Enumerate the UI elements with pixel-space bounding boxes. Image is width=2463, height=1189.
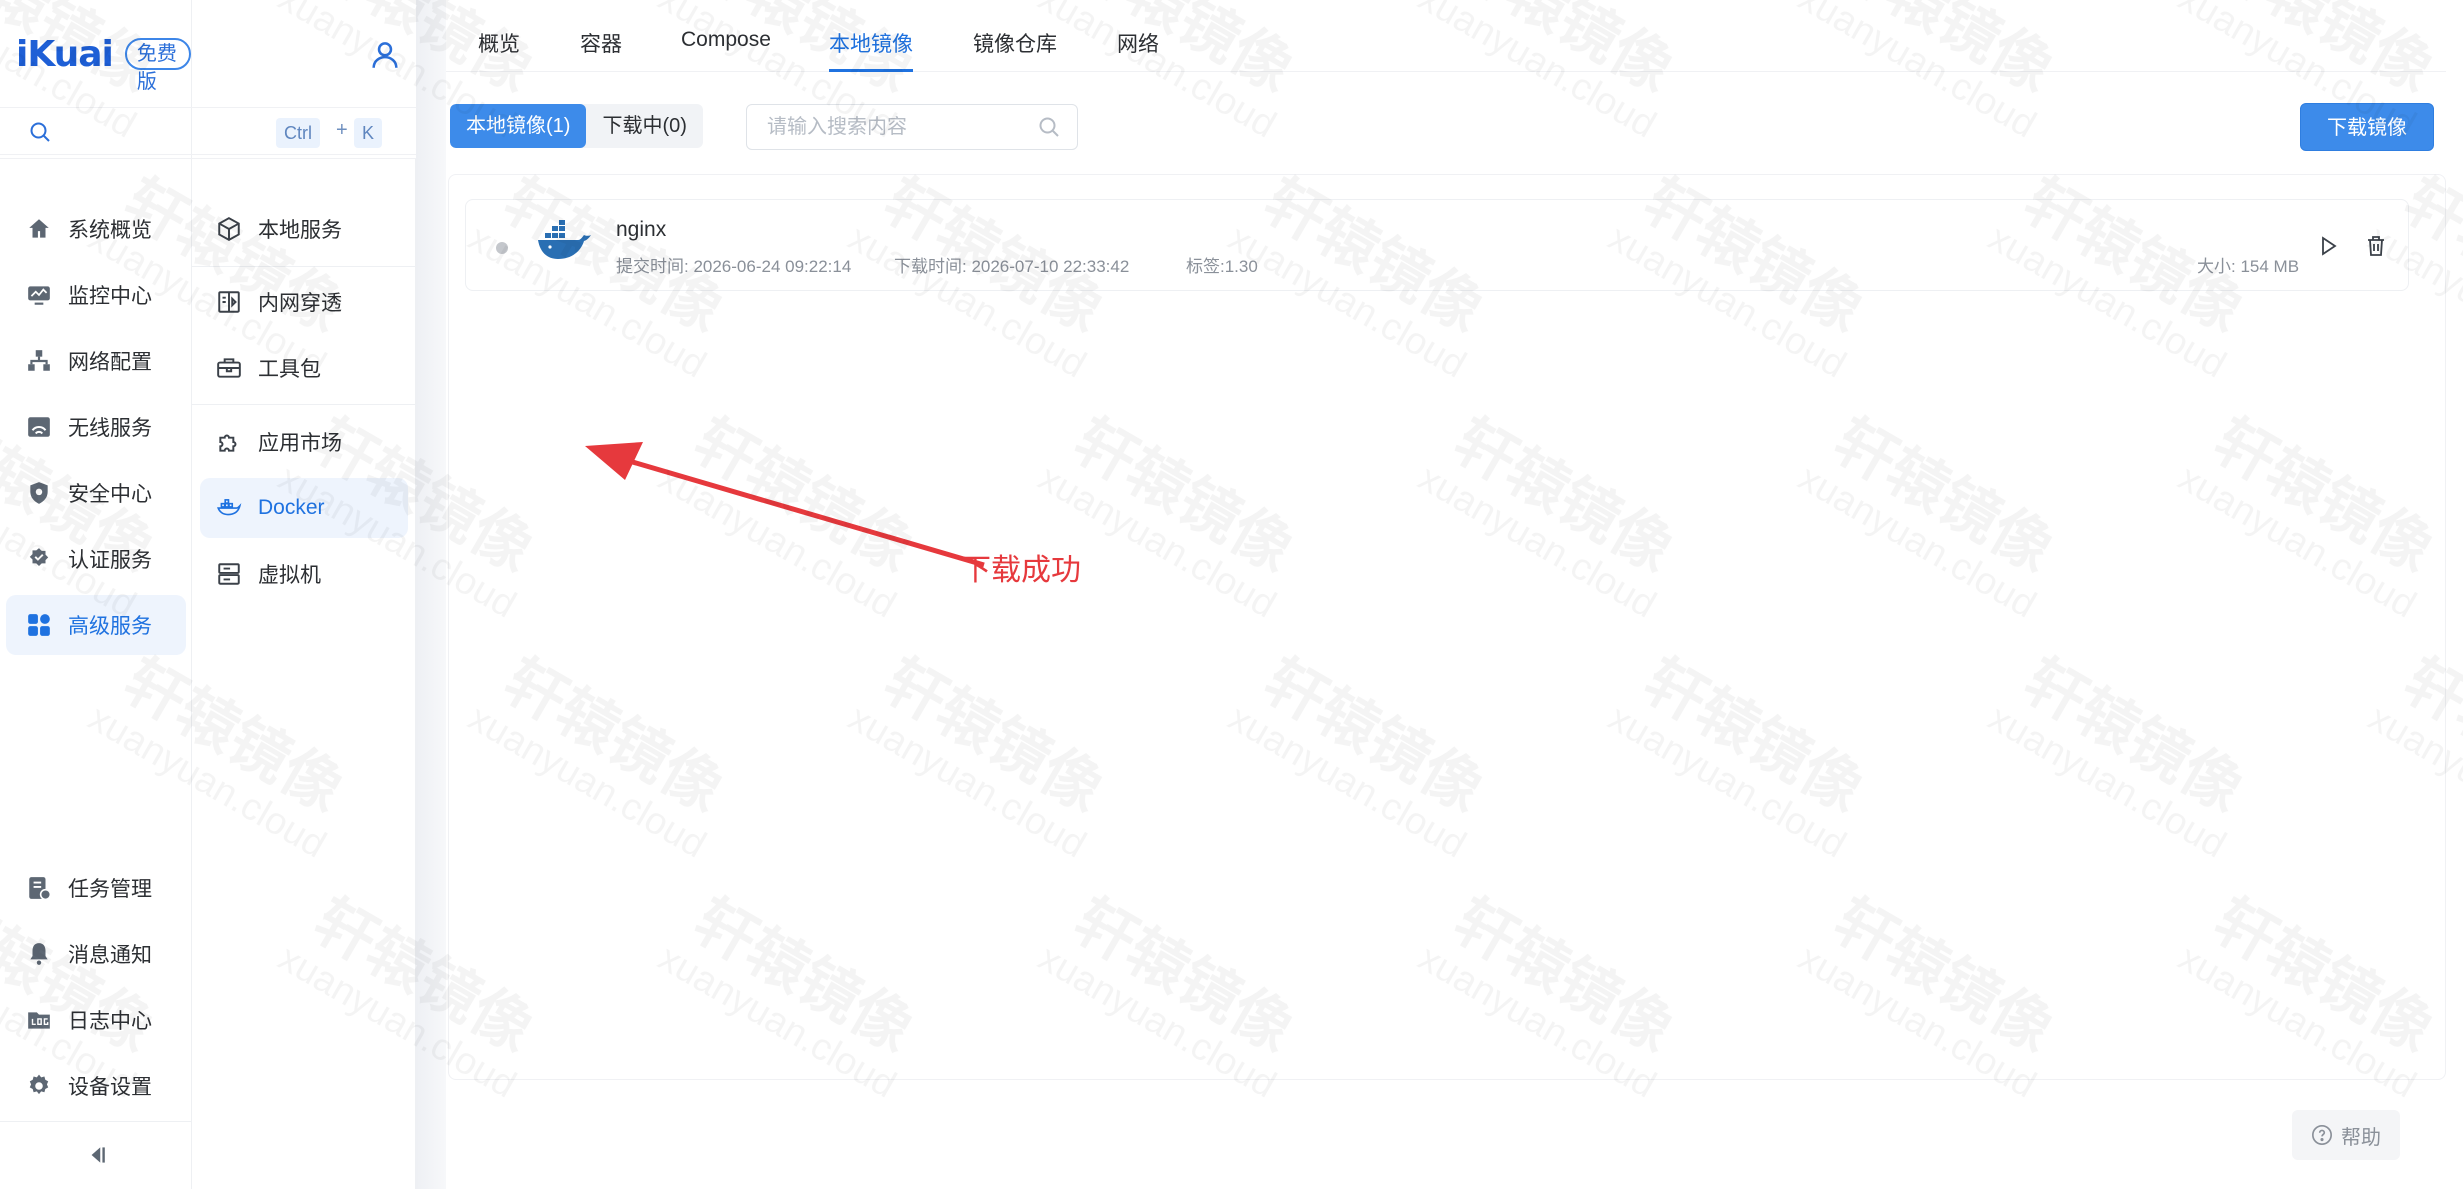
subnav-divider xyxy=(192,266,416,267)
subnav-item-label: 本地服务 xyxy=(258,219,342,242)
trash-icon[interactable] xyxy=(2364,234,2388,258)
subnav-item-label: Docker xyxy=(258,496,325,519)
grid-icon xyxy=(28,614,50,636)
nav-item-label: 无线服务 xyxy=(68,417,152,440)
main-content: 概览 容器 Compose 本地镜像 镜像仓库 网络 本地镜像(1) 下载中(0… xyxy=(446,0,2463,1189)
image-search-input[interactable]: 请输入搜索内容 xyxy=(746,104,1078,150)
nav-item-label: 日志中心 xyxy=(68,1010,152,1033)
home-icon xyxy=(29,219,49,238)
kbd-plus: + xyxy=(336,119,348,141)
annotation-arrow xyxy=(585,442,985,568)
wireless-icon xyxy=(28,417,50,437)
nav-item-network[interactable]: 网络配置 xyxy=(6,331,186,391)
gear-icon xyxy=(29,1074,49,1095)
nav-item-label: 消息通知 xyxy=(68,944,152,967)
nav-item-notifications[interactable]: 消息通知 xyxy=(6,924,186,984)
nav-divider xyxy=(0,158,416,159)
nav-item-label: 网络配置 xyxy=(68,351,152,374)
kbd-ctrl: Ctrl xyxy=(276,118,320,148)
help-icon xyxy=(2312,1125,2332,1145)
tab-bar: 概览 容器 Compose 本地镜像 镜像仓库 网络 xyxy=(446,0,2446,72)
status-dot xyxy=(496,242,508,254)
segment-downloading[interactable]: 下载中(0) xyxy=(586,104,702,148)
nav-item-security[interactable]: 安全中心 xyxy=(6,463,186,523)
play-icon[interactable] xyxy=(2316,234,2340,258)
search-icon xyxy=(1039,117,1059,137)
nav-item-label: 任务管理 xyxy=(68,878,152,901)
segment-local-images[interactable]: 本地镜像(1) xyxy=(450,104,587,148)
tunnel-icon xyxy=(218,291,240,313)
nav-item-monitor[interactable]: 监控中心 xyxy=(6,265,186,325)
tab-containers[interactable]: 容器 xyxy=(580,28,622,72)
monitor-icon xyxy=(28,286,50,305)
image-filter-segment: 本地镜像(1) 下载中(0) xyxy=(450,104,703,148)
docker-icon xyxy=(217,499,242,516)
nav-item-label: 认证服务 xyxy=(68,549,152,572)
collapse-sidebar-icon[interactable] xyxy=(84,1142,110,1168)
nav-item-auth[interactable]: 认证服务 xyxy=(6,529,186,589)
brand-logo: iKuai xyxy=(16,33,114,75)
tab-local-images[interactable]: 本地镜像 xyxy=(829,28,913,72)
download-image-button[interactable]: 下载镜像 xyxy=(2300,103,2434,151)
tab-network[interactable]: 网络 xyxy=(1117,28,1159,72)
image-downloaded-time: 下载时间: 2026-07-10 22:33:42 xyxy=(894,257,1130,276)
image-size: 大小: 154 MB xyxy=(2197,257,2300,276)
global-search[interactable]: Ctrl + K xyxy=(0,107,416,155)
task-icon xyxy=(29,877,52,901)
nav-item-label: 安全中心 xyxy=(68,483,152,506)
toolbox-icon xyxy=(217,358,241,378)
nav-item-label: 监控中心 xyxy=(68,285,152,308)
image-name: nginx xyxy=(616,218,667,241)
brand: iKuai 免费版 xyxy=(16,30,191,93)
annotation-text: 下载成功 xyxy=(961,554,1081,587)
kbd-k: K xyxy=(354,118,383,148)
search-icon xyxy=(30,122,50,142)
subnav-item-app-market[interactable]: 应用市场 xyxy=(200,412,408,472)
nav-item-overview[interactable]: 系统概览 xyxy=(6,199,186,259)
image-row[interactable]: nginx 提交时间: 2026-06-24 09:22:14 下载时间: 20… xyxy=(465,199,2409,291)
subnav-item-label: 虚拟机 xyxy=(258,564,321,587)
subnav-item-docker[interactable]: Docker xyxy=(200,478,408,538)
subnav-divider xyxy=(192,404,416,405)
cube-icon xyxy=(218,217,240,241)
subnav-item-label: 应用市场 xyxy=(258,432,342,455)
image-list-panel: nginx 提交时间: 2026-06-24 09:22:14 下载时间: 20… xyxy=(448,174,2446,1080)
image-tag: 标签:1.30 xyxy=(1186,257,1258,276)
badge-check-icon xyxy=(29,548,49,567)
docker-logo-icon xyxy=(538,220,591,259)
subnav-item-label: 内网穿透 xyxy=(258,292,342,315)
nav-item-advanced[interactable]: 高级服务 xyxy=(6,595,186,655)
tab-compose[interactable]: Compose xyxy=(681,28,771,72)
subnav-item-vm[interactable]: 虚拟机 xyxy=(200,544,408,604)
shield-icon xyxy=(30,482,48,504)
subnav-item-toolkit[interactable]: 工具包 xyxy=(200,338,408,398)
nav-item-tasks[interactable]: 任务管理 xyxy=(6,858,186,918)
sub-nav: 本地服务 内网穿透 工具包 应用市场 Docker 虚拟机 xyxy=(192,158,416,1189)
nav-item-logs[interactable]: 日志中心 xyxy=(6,990,186,1050)
log-icon xyxy=(28,1012,50,1029)
server-icon xyxy=(218,563,240,585)
bell-icon xyxy=(30,943,48,965)
image-submitted-time: 提交时间: 2026-06-24 09:22:14 xyxy=(616,257,852,276)
subnav-item-tunnel[interactable]: 内网穿透 xyxy=(200,272,408,332)
nav-item-label: 高级服务 xyxy=(68,615,152,638)
network-icon xyxy=(28,350,50,371)
edition-badge: 免费版 xyxy=(124,38,191,93)
search-placeholder: 请输入搜索内容 xyxy=(767,116,907,138)
nav-item-label: 设备设置 xyxy=(68,1076,152,1099)
subnav-item-label: 工具包 xyxy=(258,358,321,381)
subnav-item-local-service[interactable]: 本地服务 xyxy=(200,199,408,259)
nav-divider xyxy=(0,1121,192,1122)
help-button[interactable]: 帮助 xyxy=(2292,1110,2400,1160)
help-label: 帮助 xyxy=(2341,1126,2381,1149)
tab-image-registry[interactable]: 镜像仓库 xyxy=(973,28,1057,72)
sidebar-shadow xyxy=(416,0,446,1189)
nav-item-device-settings[interactable]: 设备设置 xyxy=(6,1056,186,1116)
tab-overview[interactable]: 概览 xyxy=(478,28,520,72)
puzzle-icon xyxy=(219,434,237,452)
nav-item-wireless[interactable]: 无线服务 xyxy=(6,397,186,457)
nav-item-label: 系统概览 xyxy=(68,219,152,242)
user-icon[interactable] xyxy=(368,38,402,72)
